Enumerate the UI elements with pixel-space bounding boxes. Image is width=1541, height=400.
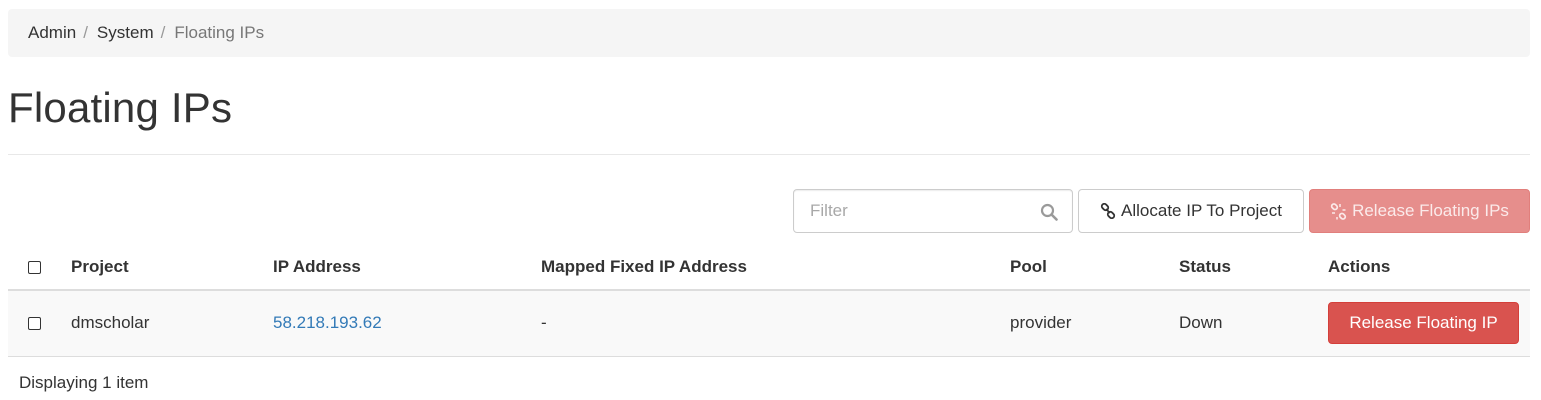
breadcrumb: Admin / System / Floating IPs: [8, 9, 1530, 57]
floating-ips-table: Project IP Address Mapped Fixed IP Addre…: [8, 244, 1530, 357]
ip-address-link[interactable]: 58.218.193.62: [273, 313, 382, 332]
unlink-icon: [1330, 202, 1347, 220]
filter-field[interactable]: [793, 189, 1073, 233]
release-floating-ips-label: Release Floating IPs: [1352, 201, 1509, 220]
cell-mapped-fixed-ip: -: [541, 290, 1010, 357]
cell-status: Down: [1179, 290, 1328, 357]
column-header-project[interactable]: Project: [71, 244, 273, 291]
page-title: Floating IPs: [8, 84, 233, 131]
breadcrumb-item-admin[interactable]: Admin: [28, 23, 76, 43]
filter-input[interactable]: [794, 190, 1034, 232]
cell-project: dmscholar: [71, 290, 273, 357]
breadcrumb-item-system[interactable]: System: [97, 23, 154, 43]
cell-ip-address: 58.218.193.62: [273, 290, 541, 357]
column-header-actions: Actions: [1328, 244, 1530, 291]
table-row: dmscholar 58.218.193.62 - provider Down …: [8, 290, 1530, 357]
breadcrumb-separator: /: [160, 23, 166, 42]
column-header-mapped-fixed-ip[interactable]: Mapped Fixed IP Address: [541, 244, 1010, 291]
allocate-ip-label: Allocate IP To Project: [1121, 201, 1282, 220]
breadcrumb-separator: /: [83, 23, 88, 42]
row-select-cell: [8, 290, 71, 357]
cell-actions: Release Floating IP: [1328, 290, 1530, 357]
select-all-checkbox[interactable]: [28, 260, 41, 274]
column-header-status[interactable]: Status: [1179, 244, 1328, 291]
select-all-cell: [8, 244, 71, 291]
release-floating-ips-button[interactable]: Release Floating IPs: [1309, 189, 1530, 233]
row-checkbox[interactable]: [28, 317, 41, 331]
link-icon: [1100, 203, 1116, 219]
allocate-ip-button[interactable]: Allocate IP To Project: [1078, 189, 1304, 233]
column-header-ip-address[interactable]: IP Address: [273, 244, 541, 291]
title-divider: [8, 154, 1530, 155]
table-header-row: Project IP Address Mapped Fixed IP Addre…: [8, 244, 1530, 291]
column-header-pool[interactable]: Pool: [1010, 244, 1179, 291]
cell-pool: provider: [1010, 290, 1179, 357]
breadcrumb-item-floating-ips: Floating IPs: [174, 23, 265, 42]
search-icon[interactable]: [1040, 203, 1058, 221]
item-count: Displaying 1 item: [19, 373, 149, 392]
release-floating-ip-button[interactable]: Release Floating IP: [1328, 302, 1519, 345]
